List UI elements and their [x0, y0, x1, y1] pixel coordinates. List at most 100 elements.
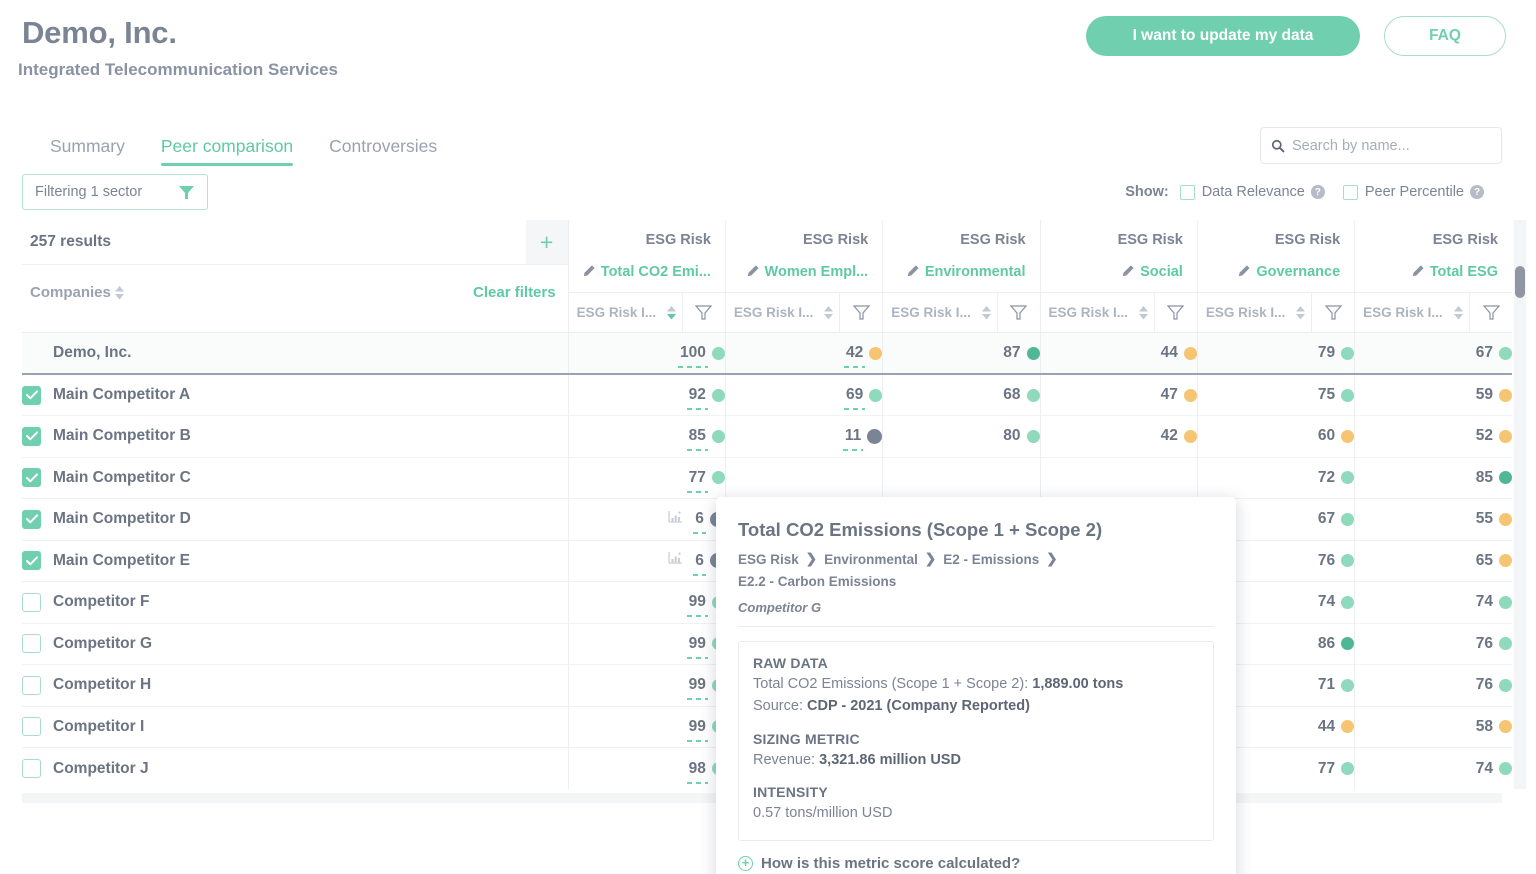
metric-score-explainer-link[interactable]: + How is this metric score calculated?: [738, 841, 1214, 874]
company-cell[interactable]: Main Competitor A: [22, 374, 568, 416]
company-cell[interactable]: Competitor F: [22, 582, 568, 624]
metric-cell[interactable]: 79: [1197, 333, 1354, 375]
column-sort-toggle[interactable]: [1139, 306, 1148, 320]
metric-cell[interactable]: 85: [1355, 457, 1512, 499]
column-sort-toggle[interactable]: [982, 306, 991, 320]
row-checkbox[interactable]: [22, 386, 41, 405]
column-filter-select[interactable]: ESG Risk I...: [569, 293, 683, 332]
vertical-scrollbar[interactable]: [1514, 220, 1526, 789]
metric-cell[interactable]: 98: [568, 748, 725, 790]
metric-cell[interactable]: 92: [568, 374, 725, 416]
row-checkbox[interactable]: [22, 427, 41, 446]
column-sort-toggle[interactable]: [824, 306, 833, 320]
column-filter-select[interactable]: ESG Risk I...: [1198, 293, 1312, 332]
tab-summary[interactable]: Summary: [50, 136, 125, 166]
table-row[interactable]: Main Competitor C77 7285: [22, 457, 1512, 499]
search-input[interactable]: [1292, 138, 1491, 154]
metric-cell[interactable]: 72: [1197, 457, 1354, 499]
row-checkbox[interactable]: [22, 551, 41, 570]
row-checkbox[interactable]: [22, 759, 41, 778]
metric-cell[interactable]: 85: [568, 416, 725, 458]
metric-cell[interactable]: [1040, 457, 1197, 499]
metric-cell[interactable]: 65: [1355, 540, 1512, 582]
metric-cell[interactable]: 99: [568, 665, 725, 707]
column-filter-select[interactable]: ESG Risk I...: [883, 293, 997, 332]
row-checkbox[interactable]: [22, 634, 41, 653]
metric-cell[interactable]: 42: [725, 333, 882, 375]
sector-filter-dropdown[interactable]: Filtering 1 sector: [22, 174, 208, 210]
column-filter-button[interactable]: [1312, 293, 1354, 332]
company-cell[interactable]: Competitor J: [22, 748, 568, 790]
tab-controversies[interactable]: Controversies: [329, 136, 437, 166]
metric-cell[interactable]: 74: [1355, 582, 1512, 624]
metric-cell[interactable]: 55: [1355, 499, 1512, 541]
row-checkbox[interactable]: [22, 593, 41, 612]
metric-cell[interactable]: 58: [1355, 706, 1512, 748]
metric-cell[interactable]: 60: [1197, 416, 1354, 458]
metric-cell[interactable]: 42: [1040, 416, 1197, 458]
row-checkbox[interactable]: [22, 676, 41, 695]
faq-button[interactable]: FAQ: [1384, 16, 1506, 56]
metric-cell[interactable]: 80: [883, 416, 1040, 458]
row-checkbox[interactable]: [22, 717, 41, 736]
metric-cell[interactable]: 76: [1355, 665, 1512, 707]
table-row[interactable]: Main Competitor B851180426052: [22, 416, 1512, 458]
update-data-button[interactable]: I want to update my data: [1086, 16, 1360, 56]
metric-cell[interactable]: 6: [568, 499, 725, 541]
metric-cell[interactable]: 6: [568, 540, 725, 582]
peer-percentile-option[interactable]: Peer Percentile ?: [1343, 184, 1484, 200]
metric-cell[interactable]: 76: [1355, 623, 1512, 665]
metric-cell[interactable]: 74: [1355, 748, 1512, 790]
company-cell[interactable]: Main Competitor C: [22, 457, 568, 499]
company-cell[interactable]: Competitor H: [22, 665, 568, 707]
column-sort-toggle[interactable]: [1296, 306, 1305, 320]
metric-cell[interactable]: 47: [1040, 374, 1197, 416]
column-filter-button[interactable]: [840, 293, 882, 332]
column-metric-label[interactable]: Total ESG: [1355, 264, 1512, 292]
column-filter-button[interactable]: [1470, 293, 1512, 332]
metric-cell[interactable]: 100: [568, 333, 725, 375]
bar-chart-icon[interactable]: [668, 551, 683, 570]
metric-cell[interactable]: 75: [1197, 374, 1354, 416]
metric-cell[interactable]: 44: [1040, 333, 1197, 375]
column-metric-label[interactable]: Women Empl...: [726, 264, 882, 292]
metric-cell[interactable]: 99: [568, 623, 725, 665]
column-filter-select[interactable]: ESG Risk I...: [1355, 293, 1470, 332]
column-filter-select[interactable]: ESG Risk I...: [1041, 293, 1155, 332]
vertical-scrollbar-thumb[interactable]: [1515, 266, 1525, 298]
company-cell[interactable]: Main Competitor E: [22, 540, 568, 582]
clear-filters-button[interactable]: Clear filters: [473, 284, 556, 301]
column-metric-label[interactable]: Social: [1041, 264, 1197, 292]
data-relevance-option[interactable]: Data Relevance ?: [1180, 184, 1325, 200]
help-icon[interactable]: ?: [1311, 185, 1325, 199]
bar-chart-icon[interactable]: [668, 510, 683, 529]
tab-peer-comparison[interactable]: Peer comparison: [161, 136, 293, 166]
column-filter-button[interactable]: [998, 293, 1040, 332]
peer-percentile-checkbox[interactable]: [1343, 185, 1358, 200]
column-filter-select[interactable]: ESG Risk I...: [726, 293, 840, 332]
metric-cell[interactable]: [883, 457, 1040, 499]
column-filter-button[interactable]: [683, 293, 725, 332]
column-metric-label[interactable]: Governance: [1198, 264, 1354, 292]
company-cell[interactable]: Competitor G: [22, 623, 568, 665]
company-cell[interactable]: Demo, Inc.: [22, 333, 568, 375]
company-cell[interactable]: Main Competitor D: [22, 499, 568, 541]
metric-cell[interactable]: 59: [1355, 374, 1512, 416]
metric-cell[interactable]: 77: [568, 457, 725, 499]
search-box[interactable]: [1260, 127, 1502, 164]
row-checkbox[interactable]: [22, 468, 41, 487]
metric-cell[interactable]: 11: [725, 416, 882, 458]
column-metric-label[interactable]: Environmental: [883, 264, 1039, 292]
metric-cell[interactable]: 68: [883, 374, 1040, 416]
table-row[interactable]: Demo, Inc.1004287447967: [22, 333, 1512, 375]
metric-cell[interactable]: [725, 457, 882, 499]
help-icon[interactable]: ?: [1470, 185, 1484, 199]
company-cell[interactable]: Main Competitor B: [22, 416, 568, 458]
column-sort-toggle[interactable]: [1454, 306, 1463, 320]
column-metric-label[interactable]: Total CO2 Emi...: [569, 264, 725, 292]
metric-cell[interactable]: 52: [1355, 416, 1512, 458]
companies-sort-toggle[interactable]: [115, 286, 124, 300]
metric-cell[interactable]: 69: [725, 374, 882, 416]
column-filter-button[interactable]: [1155, 293, 1197, 332]
column-sort-toggle[interactable]: [667, 306, 676, 320]
